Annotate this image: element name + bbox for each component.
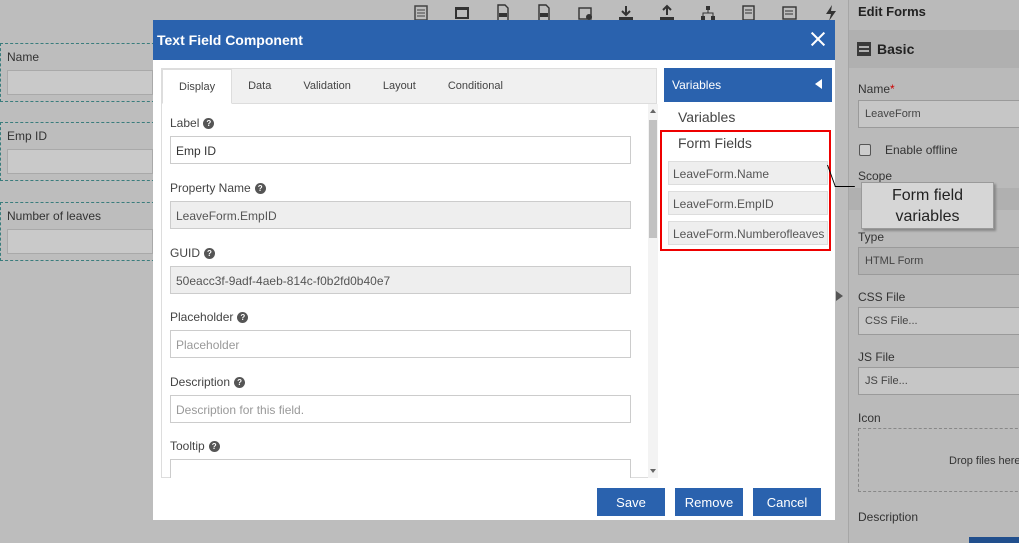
type-label: Type [858,230,885,244]
text-field-component-modal: Text Field Component Display Data Valida… [153,20,835,520]
form-scrollbar[interactable] [648,104,658,478]
help-icon[interactable]: ? [237,311,249,323]
property-name-field-group: Property Name? LeaveForm.EmpID [170,181,631,229]
list-icon [857,42,871,56]
canvas-field-input[interactable] [7,149,153,174]
variables-header-title: Variables [672,78,722,92]
help-icon[interactable]: ? [254,182,266,194]
canvas-field-empid[interactable]: Emp ID [0,122,160,181]
form-scroll-area: Label? Emp ID Property Name? LeaveForm.E… [162,104,646,478]
property-name-label: Property Name? [170,181,631,195]
tooltip-field-group: Tooltip? [170,439,631,478]
help-icon[interactable]: ? [234,376,246,388]
close-icon[interactable] [809,30,827,48]
placeholder-label: Placeholder? [170,310,631,324]
variables-list-item[interactable]: Variables [664,109,832,125]
section-title: Basic [877,41,915,57]
scroll-down-icon[interactable] [650,469,656,473]
help-icon[interactable]: ? [204,247,215,259]
canvas-field-label: Name [7,50,40,64]
enable-offline-label: Enable offline [885,143,958,157]
callout-note: Form field variables [861,182,994,229]
label-field-group: Label? Emp ID [170,116,631,164]
name-label: Name* [858,82,895,96]
icon-label: Icon [858,411,881,425]
tab-data[interactable]: Data [232,68,287,103]
chevron-left-icon[interactable] [815,79,822,89]
css-file-label: CSS File [858,290,906,304]
canvas-field-input[interactable] [7,229,153,254]
tab-display[interactable]: Display [162,69,233,104]
component-settings-form: Display Data Validation Layout Condition… [161,68,658,478]
help-icon[interactable]: ? [203,117,215,129]
js-file-label: JS File [858,350,895,364]
description-label: Description [858,510,919,524]
modal-title: Text Field Component [157,32,303,48]
tab-validation[interactable]: Validation [287,68,367,103]
description-input[interactable]: Description for this field. [170,395,631,423]
placeholder-input[interactable]: Placeholder [170,330,631,358]
label-field-label: Label? [170,116,631,130]
form-name-input[interactable]: LeaveForm [858,100,1019,128]
icon-dropzone[interactable]: Drop files here [858,428,1019,492]
canvas-field-label: Number of leaves [7,209,102,223]
save-button[interactable]: Save [597,488,665,516]
settings-tabs: Display Data Validation Layout Condition… [162,69,656,104]
css-file-input[interactable]: CSS File... [858,307,1019,335]
scroll-up-icon[interactable] [650,109,656,113]
callout-line-2: variables [895,208,960,225]
canvas-field-input[interactable] [7,70,153,95]
canvas-field-number-of-leaves[interactable]: Number of leaves [0,202,160,261]
enable-offline-checkbox[interactable] [859,144,871,156]
scope-label: Scope [858,169,893,183]
js-file-input[interactable]: JS File... [858,367,1019,395]
guid-label: GUID? [170,246,631,260]
basic-section-header[interactable]: Basic [849,30,1019,68]
modal-header: Text Field Component [153,20,835,60]
placeholder-field-group: Placeholder? Placeholder [170,310,631,358]
panel-title: Edit Forms [858,4,926,19]
scrollbar-thumb[interactable] [649,120,657,238]
tab-conditional[interactable]: Conditional [432,68,519,103]
callout-line-1: Form field [891,187,964,204]
panel-toggle-icon[interactable] [836,291,843,301]
type-select[interactable]: HTML Form [858,247,1019,275]
help-icon[interactable]: ? [208,440,220,452]
guid-field-group: GUID? 50eacc3f-9adf-4aeb-814c-f0b2fd0b40… [170,246,631,294]
tooltip-input[interactable] [170,459,631,478]
edit-forms-panel: Edit Forms Basic Name* LeaveForm Enable … [848,0,1019,543]
description-field-group: Description? Description for this field. [170,375,631,423]
modal-footer: Save Remove Cancel [597,488,821,516]
panel-action-button[interactable] [969,537,1019,543]
variables-header[interactable]: Variables [664,68,832,102]
tab-layout[interactable]: Layout [367,68,432,103]
remove-button[interactable]: Remove [675,488,743,516]
canvas-field-label: Emp ID [7,129,48,143]
canvas-field-name[interactable]: Name [0,43,160,102]
label-input[interactable]: Emp ID [170,136,631,164]
property-name-input[interactable]: LeaveForm.EmpID [170,201,631,229]
cancel-button[interactable]: Cancel [753,488,821,516]
guid-input[interactable]: 50eacc3f-9adf-4aeb-814c-f0b2fd0b40e7 [170,266,631,294]
tooltip-label: Tooltip? [170,439,631,453]
description-label: Description? [170,375,631,389]
form-fields-highlight [660,130,831,251]
